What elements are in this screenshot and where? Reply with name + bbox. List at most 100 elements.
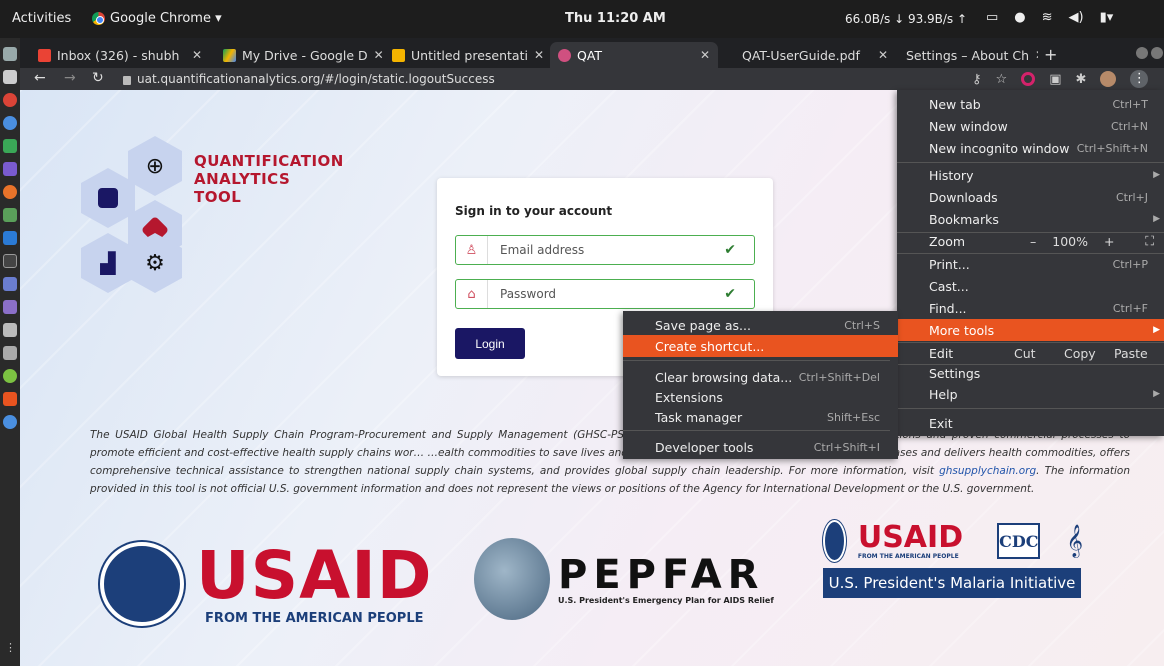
menu-kebab-icon[interactable]: ⋮ <box>1130 70 1149 88</box>
menu-item-print[interactable]: Print... Ctrl+P <box>897 253 1164 275</box>
firefox-dock-icon[interactable] <box>3 185 17 199</box>
app-dock-icon-3[interactable] <box>3 300 17 314</box>
menu-item-create-shortcut[interactable]: Create shortcut... <box>623 335 898 357</box>
new-tab-icon[interactable]: + <box>1044 45 1057 64</box>
logo-line-1: QUANTIFICATION <box>194 152 344 170</box>
chrome-dock-icon[interactable] <box>3 93 17 107</box>
close-icon[interactable]: ✕ <box>534 48 544 62</box>
battery-icon[interactable]: ▮▾ <box>1100 10 1114 25</box>
cut-button[interactable]: Cut <box>1014 346 1064 361</box>
password-field[interactable]: ⌂ Password ✔ <box>455 279 755 309</box>
extension-icon-2[interactable]: ▣ <box>1049 72 1061 87</box>
tab-slides[interactable]: Untitled presentati ✕ <box>384 42 550 68</box>
tab-settings[interactable]: Settings – About Ch ✕ <box>898 42 1038 68</box>
address-bar[interactable]: uat.quantificationanalytics.org/#/login/… <box>123 72 495 86</box>
menu-item-extensions[interactable]: Extensions <box>623 386 898 408</box>
menu-item-incognito[interactable]: New incognito window Ctrl+Shift+N <box>897 137 1164 159</box>
zoom-out-button[interactable]: – <box>1030 234 1036 249</box>
menu-item-more-tools[interactable]: More tools ▶ <box>897 319 1164 341</box>
activities-button[interactable]: Activities <box>12 11 71 26</box>
paste-button[interactable]: Paste <box>1114 346 1164 361</box>
menu-item-new-tab[interactable]: New tab Ctrl+T <box>897 93 1164 115</box>
menu-item-label: Developer tools <box>655 439 754 455</box>
terminal-dock-icon[interactable] <box>3 254 17 268</box>
qat-favicon-icon <box>558 48 571 62</box>
app-dock-icon-5[interactable] <box>3 369 17 383</box>
image-app-dock-icon[interactable] <box>3 208 17 222</box>
maximize-icon[interactable] <box>1151 47 1163 59</box>
app-indicator-icon[interactable]: ● <box>1014 10 1025 25</box>
pepfar-tagline: U.S. President's Emergency Plan for AIDS… <box>558 595 774 605</box>
text-editor-icon[interactable] <box>3 70 17 84</box>
app-dock-icon-2[interactable] <box>3 277 17 291</box>
tab-drive[interactable]: My Drive - Google D ✕ <box>215 42 390 68</box>
menu-item-bookmarks[interactable]: Bookmarks ▶ <box>897 208 1164 230</box>
app-dock-icon[interactable] <box>3 162 17 176</box>
close-icon[interactable]: ✕ <box>878 48 888 62</box>
menu-item-cast[interactable]: Cast... <box>897 275 1164 297</box>
menu-item-task-manager[interactable]: Task manager Shift+Esc <box>623 406 898 428</box>
lock-icon[interactable] <box>123 75 131 85</box>
tab-qat[interactable]: QAT ✕ <box>550 42 718 68</box>
close-icon[interactable]: ✕ <box>374 48 384 62</box>
ghsupplychain-link[interactable]: ghsupplychain.org <box>939 465 1036 477</box>
check-icon: ✔ <box>724 242 736 258</box>
menu-item-clear-browsing-data[interactable]: Clear browsing data... Ctrl+Shift+Del <box>623 366 898 388</box>
close-icon[interactable]: ✕ <box>1035 48 1038 62</box>
menu-item-exit[interactable]: Exit <box>897 412 1164 434</box>
email-field[interactable]: ♙ Email address ✔ <box>455 235 755 265</box>
software-dock-icon[interactable] <box>3 392 17 406</box>
vscode-dock-icon[interactable] <box>3 231 17 245</box>
menu-item-history[interactable]: History ▶ <box>897 164 1164 186</box>
zoom-controls: – 100% + <box>1030 234 1114 249</box>
key-icon[interactable]: ⚷ <box>972 72 982 87</box>
star-icon[interactable]: ☆ <box>996 72 1008 87</box>
url-text: uat.quantificationanalytics.org/#/login/… <box>137 72 495 86</box>
extension-icon[interactable] <box>1021 72 1036 86</box>
ubuntu-dock: ⋮⋮⋮ <box>0 38 38 666</box>
screencast-icon[interactable]: ▭ <box>986 10 998 25</box>
system-tray[interactable]: ▭ ● ≋ ◀) ▮▾ <box>986 10 1113 25</box>
forward-arrow-icon[interactable]: → <box>64 70 76 86</box>
app-menu[interactable]: Google Chrome ▾ <box>92 11 222 26</box>
chromium-dock-icon[interactable] <box>3 116 17 130</box>
close-icon[interactable]: ✕ <box>192 48 202 62</box>
minimize-icon[interactable] <box>1136 47 1148 59</box>
tab-gmail[interactable]: Inbox (326) - shubh ✕ <box>30 42 210 68</box>
fullscreen-icon[interactable]: ⛶ <box>1145 233 1154 249</box>
menu-item-downloads[interactable]: Downloads Ctrl+J <box>897 186 1164 208</box>
login-button[interactable]: Login <box>455 328 525 359</box>
menu-item-label: Save page as... <box>655 317 751 333</box>
app-dock-icon-6[interactable] <box>3 415 17 429</box>
back-arrow-icon[interactable]: ← <box>34 70 46 86</box>
menu-item-label: Bookmarks <box>929 211 999 227</box>
menu-item-new-window[interactable]: New window Ctrl+N <box>897 115 1164 137</box>
menu-item-settings[interactable]: Settings <box>897 362 1164 384</box>
user-icon: ♙ <box>456 236 488 264</box>
app-dock-icon-4[interactable] <box>3 346 17 360</box>
clock[interactable]: Thu 11:20 AM <box>565 11 666 26</box>
tab-pdf[interactable]: QAT-UserGuide.pdf ✕ <box>734 42 896 68</box>
zoom-in-button[interactable]: + <box>1104 234 1114 249</box>
reload-icon[interactable]: ↻ <box>92 70 104 86</box>
close-icon[interactable]: ✕ <box>700 48 710 62</box>
sheets-dock-icon[interactable] <box>3 139 17 153</box>
puzzle-icon[interactable]: ✱ <box>1075 72 1086 87</box>
files-app-icon[interactable] <box>3 47 17 61</box>
avatar[interactable] <box>1100 71 1117 87</box>
menu-item-label: Find... <box>929 300 967 316</box>
copy-button[interactable]: Copy <box>1064 346 1114 361</box>
qat-logo-text: QUANTIFICATION ANALYTICS TOOL <box>194 152 344 206</box>
calculator-dock-icon[interactable] <box>3 323 17 337</box>
volume-icon[interactable]: ◀) <box>1069 10 1084 25</box>
menu-item-save-page[interactable]: Save page as... Ctrl+S <box>623 314 898 336</box>
wifi-icon[interactable]: ≋ <box>1042 10 1053 25</box>
net-up-speed: 93.9B/s <box>907 12 954 26</box>
menu-item-help[interactable]: Help ▶ <box>897 383 1164 405</box>
toolbar-icons: ⚷ ☆ ▣ ✱ ⋮ <box>972 70 1149 88</box>
submenu-arrow-icon: ▶ <box>1153 389 1160 399</box>
menu-item-find[interactable]: Find... Ctrl+F <box>897 297 1164 319</box>
menu-item-developer-tools[interactable]: Developer tools Ctrl+Shift+I <box>623 436 898 458</box>
tab-label: QAT-UserGuide.pdf <box>742 47 860 63</box>
tab-label: QAT <box>577 47 603 63</box>
